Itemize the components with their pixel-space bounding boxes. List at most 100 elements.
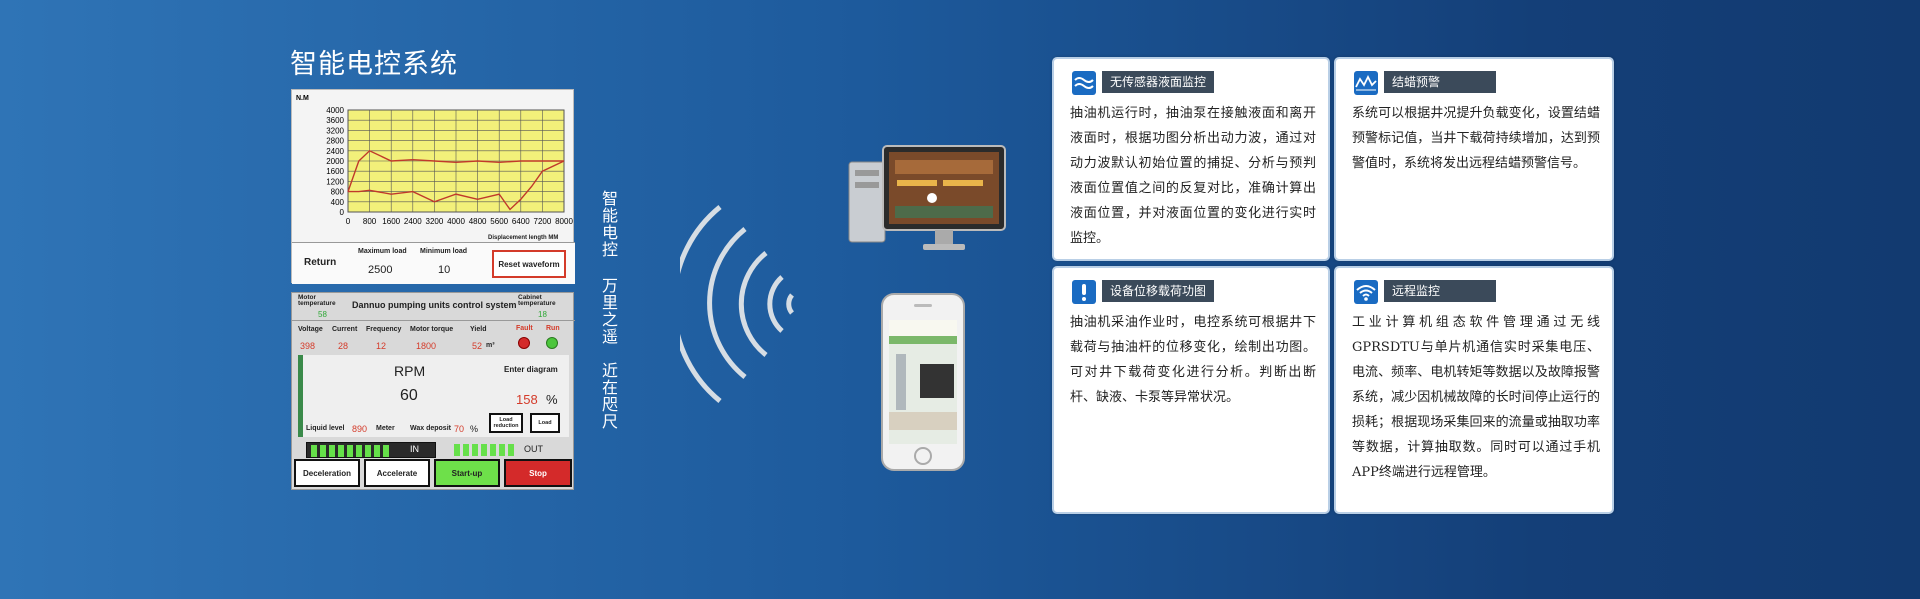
in-bar-segment [383, 445, 389, 457]
out-bar-segment [499, 444, 505, 456]
in-label: IN [410, 444, 419, 454]
rpm-label: RPM [394, 363, 426, 379]
wax-deposit-value: 70 [454, 424, 465, 434]
voltage-label: Voltage [298, 326, 323, 333]
reset-waveform-button[interactable]: Reset waveform [492, 250, 566, 278]
card-tag: 结蜡预警 [1384, 71, 1496, 93]
out-bar-segment [463, 444, 469, 456]
min-load-label: Minimum load [420, 248, 468, 255]
x-tick-label: 4000 [447, 217, 465, 226]
y-tick-label: 800 [331, 188, 345, 197]
waveform-icon [1354, 71, 1378, 95]
x-tick-label: 800 [363, 217, 377, 226]
run-label: Run [546, 325, 560, 332]
x-tick-label: 1600 [382, 217, 400, 226]
load-chart-panel: N.M 0 800 1600 2400 3200 4000 4800 5600 6400 7200 8… [291, 89, 575, 284]
current-value: 28 [338, 341, 349, 351]
card-tag: 远程监控 [1384, 280, 1496, 302]
card-text: 抽油机运行时，抽油泵在接触液面和离开液面时，根据功图分析出动力波，通过对动力波默… [1070, 106, 1316, 246]
frequency-label: Frequency [366, 326, 402, 333]
load-displacement-chart: N.M0 800 1600 2400 3200 4000 4800 5600 6400 7200 8… [296, 95, 573, 226]
percent-sign: % [546, 392, 558, 407]
out-label: OUT [524, 444, 543, 454]
deceleration-button[interactable]: Deceleration [294, 459, 360, 487]
motor-torque-value: 1800 [416, 341, 437, 351]
card-tag: 无传感器液面监控 [1102, 71, 1214, 93]
motor-temp-value: 58 [318, 310, 327, 319]
card-liquid-level-monitoring: 无传感器液面监控 抽油机运行时，抽油泵在接触液面和离开液面时，根据功图分析出动力… [1052, 57, 1330, 261]
liquid-level-value: 890 [352, 424, 368, 434]
x-tick-label: 3200 [426, 217, 444, 226]
current-label: Current [332, 326, 358, 333]
out-level-bar [452, 442, 520, 458]
chart-footer: Displacement length MM Return Maximum lo… [292, 235, 575, 284]
exclamation-icon [1072, 280, 1096, 304]
fault-label: Fault [516, 325, 533, 332]
in-bar-segment [338, 445, 344, 457]
x-tick-label: 7200 [534, 217, 552, 226]
y-tick-label: 2400 [326, 147, 344, 156]
out-bar-segment [508, 444, 514, 456]
y-tick-label: 2000 [326, 157, 344, 166]
card-tag: 设备位移载荷功图 [1102, 280, 1214, 302]
card-displacement-load-diagram: 设备位移载荷功图 抽油机采油作业时，电控系统可根据井下载荷与抽油杆的位移变化，绘… [1052, 266, 1330, 514]
load-button[interactable]: Load [530, 413, 560, 433]
in-bar-segment [311, 445, 317, 457]
card-text: 系统可以根据井况提升负载变化，设置结蜡预警标记值，当井下载荷持续增加，达到预警值… [1352, 106, 1600, 171]
in-bar-segment [374, 445, 380, 457]
card-remote-monitoring: 远程监控 工业计算机组态软件管理通过无线GPRSDTU与单片机通信实时采集电压、… [1334, 266, 1614, 514]
control-panel-title: Dannuo pumping units control system [352, 300, 517, 310]
yield-unit: m³ [486, 342, 495, 349]
rpm-value: 60 [400, 387, 418, 404]
wave-icon [1072, 71, 1096, 95]
enter-diagram-button[interactable]: Enter diagram [504, 365, 558, 374]
desktop-computer-icon [848, 145, 1006, 250]
x-tick-label: 0 [346, 217, 351, 226]
x-tick-label: 2400 [404, 217, 422, 226]
run-indicator [546, 337, 558, 349]
vertical-text-3: 近在咫尺 [599, 362, 618, 430]
card-wax-warning: 结蜡预警 系统可以根据井况提升负载变化，设置结蜡预警标记值，当井下载荷持续增加，… [1334, 57, 1614, 261]
wax-deposit-unit: % [470, 424, 479, 434]
card-text: 工业计算机组态软件管理通过无线GPRSDTU与单片机通信实时采集电压、电流、频率… [1352, 315, 1600, 480]
vertical-text-2: 万里之遥 [599, 277, 618, 345]
y-tick-label: 400 [331, 198, 345, 207]
max-load-value: 2500 [368, 264, 393, 276]
out-bar-segment [454, 444, 460, 456]
cabinet-temp-value: 18 [538, 310, 547, 319]
cabinet-temp-label: Cabinet temperature [518, 294, 556, 307]
stop-button[interactable]: Stop [504, 459, 572, 487]
voltage-value: 398 [300, 341, 316, 351]
y-tick-label: 3200 [326, 126, 344, 135]
page-title: 智能电控系统 [290, 49, 458, 80]
out-bar-segment [490, 444, 496, 456]
startup-button[interactable]: Start-up [434, 459, 500, 487]
frequency-value: 12 [376, 341, 387, 351]
displacement-axis-label: Displacement length MM [488, 235, 559, 241]
y-axis-label: N.M [296, 95, 309, 102]
liquid-level-label: Liquid level [306, 425, 345, 432]
y-tick-label: 2800 [326, 137, 344, 146]
in-bar-segment [365, 445, 371, 457]
wifi-icon [1354, 280, 1378, 304]
in-bar-segment [320, 445, 326, 457]
wax-deposit-label: Wax deposit [410, 425, 451, 432]
load-reduction-button[interactable]: Load reduction [489, 413, 523, 433]
card-text: 抽油机采油作业时，电控系统可根据井下载荷与抽油杆的位移变化，绘制出功图。可对井下… [1070, 315, 1316, 405]
accelerate-button[interactable]: Accelerate [364, 459, 430, 487]
x-tick-label: 4800 [469, 217, 487, 226]
yield-label: Yield [470, 326, 487, 333]
y-tick-label: 1200 [326, 177, 344, 186]
return-button[interactable]: Return [304, 257, 336, 268]
max-load-label: Maximum load [358, 248, 407, 255]
x-tick-label: 6400 [512, 217, 530, 226]
y-tick-label: 0 [340, 208, 345, 217]
wireless-signal-icon [680, 205, 795, 403]
yield-value: 52 [472, 341, 483, 351]
motor-temp-label: Motor temperature [298, 294, 336, 307]
pump-control-panel: Motor temperature 58 Dannuo pumping unit… [291, 292, 575, 490]
y-tick-label: 4000 [326, 106, 344, 115]
out-bar-segment [472, 444, 478, 456]
min-load-value: 10 [438, 264, 451, 276]
in-bar-segment [347, 445, 353, 457]
